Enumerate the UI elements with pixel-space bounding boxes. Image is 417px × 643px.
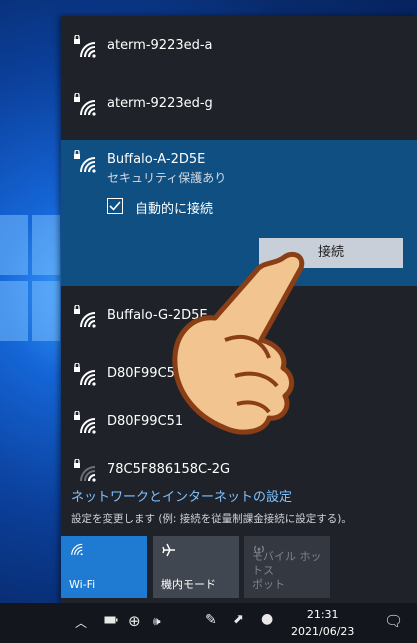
action-center-notification-icon[interactable]: 🗨 [384, 612, 403, 630]
wifi-tile-label: Wi-Fi [69, 578, 96, 591]
battery-icon[interactable] [104, 614, 118, 628]
mobile-hotspot-tile[interactable]: モバイル ホットス ポット [244, 536, 330, 598]
wifi-icon [71, 543, 83, 556]
network-item[interactable]: aterm-9223ed-g [61, 74, 417, 132]
airplane-icon [162, 543, 175, 557]
checkbox-box[interactable] [107, 198, 123, 214]
network-ssid: Buffalo-A-2D5E [107, 152, 206, 167]
secured-wifi-weak-icon [74, 459, 96, 482]
secured-wifi-icon [74, 411, 96, 434]
tray-app-circle-icon[interactable]: ● [261, 611, 273, 627]
network-settings-description: 設定を変更します (例: 接続を従量制課金接続に設定する)。 [71, 513, 352, 525]
network-item[interactable]: aterm-9223ed-a [61, 16, 417, 74]
airplane-tile-label: 機内モード [161, 578, 216, 591]
pointing-hand-icon [172, 251, 305, 435]
network-ssid: aterm-9223ed-g [107, 96, 213, 111]
secured-wifi-icon [74, 93, 96, 116]
network-globe-icon[interactable]: ⊕ [128, 612, 141, 630]
wifi-toggle-tile[interactable]: Wi-Fi [61, 536, 147, 598]
network-settings: ネットワークとインターネットの設定 設定を変更します (例: 接続を従量制課金接… [71, 486, 352, 526]
clock-time: 21:31 [306, 608, 339, 621]
secured-wifi-icon [74, 305, 96, 328]
clock[interactable]: 21:31 2021/06/23 [291, 606, 354, 640]
clock-date: 2021/06/23 [291, 625, 355, 638]
windows-logo-wallpaper [0, 215, 60, 345]
airplane-mode-tile[interactable]: 機内モード [153, 536, 239, 598]
taskbar: ︿ ⊕ 🕪 ✎ ⬈ ● 21:31 2021/06/23 🗨 [0, 603, 417, 643]
network-settings-link[interactable]: ネットワークとインターネットの設定 [71, 486, 352, 505]
network-ssid: 78C5F886158C-2G [107, 462, 231, 477]
network-security-status: セキュリティ保護あり [107, 171, 227, 185]
secured-wifi-icon [74, 363, 96, 386]
network-ssid: aterm-9223ed-a [107, 38, 213, 53]
tray-app-icon[interactable]: ⬈ [233, 612, 244, 627]
secured-wifi-icon [74, 150, 96, 173]
hotspot-tile-label: モバイル ホットス ポット [252, 550, 322, 591]
secured-wifi-icon [74, 35, 96, 58]
auto-connect-label: 自動的に接続 [135, 202, 214, 217]
show-hidden-icons-chevron-up-icon[interactable]: ︿ [75, 614, 87, 631]
pen-icon[interactable]: ✎ [205, 612, 217, 628]
checkmark-icon [109, 201, 121, 211]
volume-icon[interactable]: 🕪 [153, 614, 161, 629]
